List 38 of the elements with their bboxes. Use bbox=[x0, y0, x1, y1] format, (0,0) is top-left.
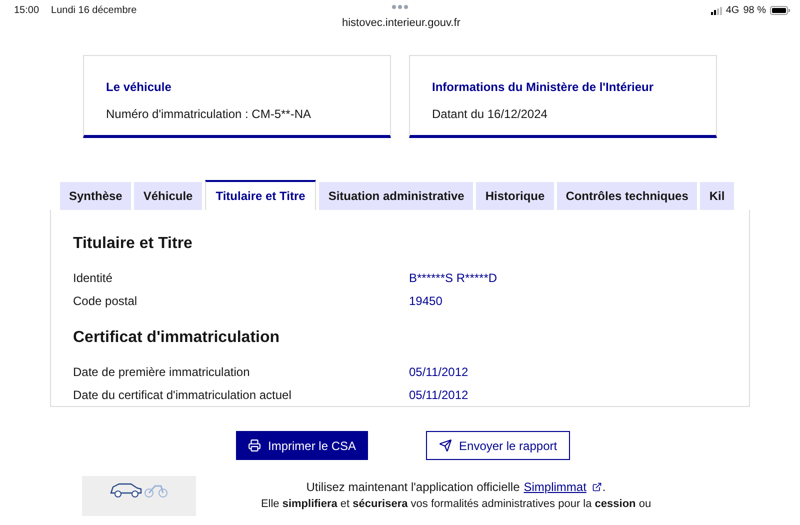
promo-paragraph: Elle simplifiera et sécurisera vos formalités administratives pour la cession ou bbox=[260, 497, 652, 511]
url-text[interactable]: histovec.interieur.gouv.fr bbox=[342, 15, 460, 32]
promo-text: Utilisez maintenant l'application officielle bbox=[306, 479, 520, 496]
card-title: Le véhicule bbox=[106, 79, 172, 96]
simplimmat-link[interactable]: Simplimmat bbox=[524, 478, 602, 496]
signal-icon bbox=[710, 6, 722, 14]
card-title: Informations du Ministère de l'Intérieur bbox=[432, 79, 655, 96]
send-button[interactable]: Envoyer le rapport bbox=[426, 431, 570, 460]
field-label: Date du certificat d'immatriculation actuel bbox=[73, 386, 292, 404]
field-value: 19450 bbox=[409, 292, 442, 310]
print-button[interactable]: Imprimer le CSA bbox=[236, 431, 368, 460]
tab[interactable]: Véhicule bbox=[134, 182, 202, 210]
field-label: Date de première immatriculation bbox=[73, 364, 251, 380]
field-label: Identité bbox=[73, 270, 114, 286]
printer-icon bbox=[248, 439, 261, 452]
tab[interactable]: Situation administrative bbox=[319, 182, 474, 210]
battery-icon bbox=[770, 6, 790, 15]
more-icon[interactable] bbox=[392, 5, 408, 9]
card-text: Datant du 16/12/2024 bbox=[432, 106, 548, 123]
tab[interactable]: Kil bbox=[700, 182, 734, 210]
tab[interactable]: Titulaire et Titre bbox=[204, 180, 316, 210]
status-date: Lundi 16 décembre bbox=[51, 4, 137, 18]
field-value: B******S R*****D bbox=[409, 270, 498, 286]
tab[interactable]: Synthèse bbox=[60, 182, 132, 210]
field-value: 05/11/2012 bbox=[409, 386, 468, 404]
section-title: Certificat d'immatriculation bbox=[73, 328, 281, 348]
network-label: 4G bbox=[726, 4, 740, 18]
battery-label: 98 % bbox=[743, 4, 766, 18]
field-value: 05/11/2012 bbox=[409, 364, 468, 380]
tab[interactable]: Contrôles techniques bbox=[556, 182, 698, 210]
send-icon bbox=[439, 439, 452, 452]
card-text: Numéro d'immatriculation : CM-5**-NA bbox=[106, 106, 312, 123]
period-text: . bbox=[602, 479, 606, 496]
section-title: Titulaire et Titre bbox=[73, 234, 194, 254]
external-link-icon bbox=[592, 482, 602, 492]
field-label: Code postal bbox=[73, 292, 138, 310]
status-time: 15:00 bbox=[14, 4, 40, 18]
tab[interactable]: Historique bbox=[476, 182, 554, 210]
